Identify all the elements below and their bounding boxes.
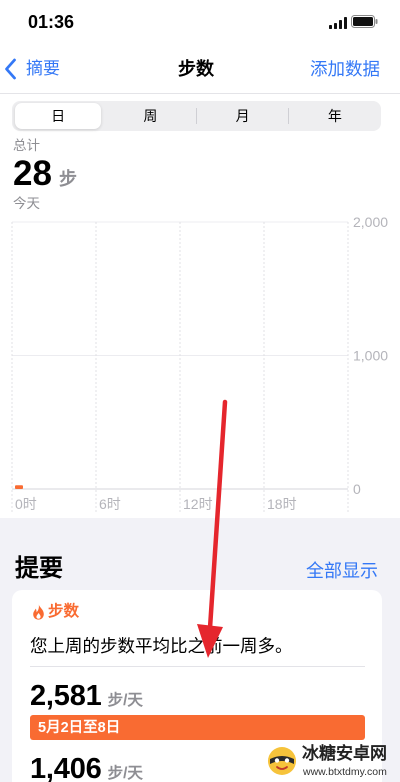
highlight-row: 1,406 步/天	[30, 756, 143, 782]
segment-label: 周	[143, 108, 158, 124]
watermark-logo-icon	[266, 745, 298, 777]
card-divider	[30, 666, 365, 667]
period-segmented-control: 日 周 月 年	[12, 101, 381, 131]
highlight-value: 2,581	[30, 680, 102, 712]
steps-bar	[15, 485, 23, 489]
y-axis-tick-label: 2,000	[353, 215, 388, 230]
add-data-button[interactable]: 添加数据	[310, 57, 380, 81]
total-steps-unit: 步	[58, 169, 77, 189]
segment-year[interactable]: 年	[289, 101, 381, 131]
segment-label: 年	[327, 108, 342, 124]
date-range-label: 5月2日至8日	[38, 719, 121, 736]
nav-separator	[0, 93, 400, 94]
highlight-row: 2,581 步/天	[30, 680, 143, 712]
highlight-category: 步数	[48, 603, 80, 620]
highlight-unit: 步/天	[107, 692, 143, 709]
highlight-message: 您上周的步数平均比之前一周多。	[30, 636, 293, 656]
highlights-heading: 提要	[15, 555, 63, 582]
y-axis-tick-label: 0	[353, 481, 361, 497]
segment-label: 日	[51, 108, 66, 124]
watermark: 冰糖安卓网 www.btxtdmy.com	[266, 742, 396, 780]
show-all-button[interactable]: 全部显示	[306, 560, 378, 582]
segment-divider	[196, 108, 197, 124]
highlight-value: 1,406	[30, 756, 102, 782]
segment-week[interactable]: 周	[104, 101, 196, 131]
period-caption: 今天	[13, 196, 40, 211]
x-axis-tick-label: 18时	[267, 496, 297, 512]
y-axis-tick-label: 1,000	[353, 348, 388, 364]
battery-icon	[351, 15, 378, 28]
highlight-unit: 步/天	[107, 765, 143, 782]
date-range-bar: 5月2日至8日	[30, 715, 365, 740]
steps-chart-canvas: 2,000 1,000 0 0时 6时 12时 18时	[11, 215, 388, 512]
flame-icon	[32, 604, 45, 620]
status-time: 01:36	[28, 12, 75, 32]
x-axis-tick-label: 0时	[15, 496, 37, 512]
segment-day[interactable]: 日	[12, 101, 104, 131]
x-axis-tick-label: 6时	[99, 496, 121, 512]
watermark-url: www.btxtdmy.com	[303, 766, 387, 778]
cellular-signal-icon	[329, 16, 347, 29]
segment-month[interactable]: 月	[197, 101, 289, 131]
total-steps-value: 28	[13, 154, 52, 193]
total-caption: 总计	[13, 138, 40, 153]
x-axis-tick-label: 12时	[183, 496, 213, 512]
segment-label: 月	[235, 108, 250, 124]
total-steps: 28 步	[13, 154, 77, 194]
segment-divider	[288, 108, 289, 124]
watermark-name: 冰糖安卓网	[302, 744, 387, 763]
steps-chart[interactable]: 2,000 1,000 0 0时 6时 12时 18时	[0, 215, 400, 515]
